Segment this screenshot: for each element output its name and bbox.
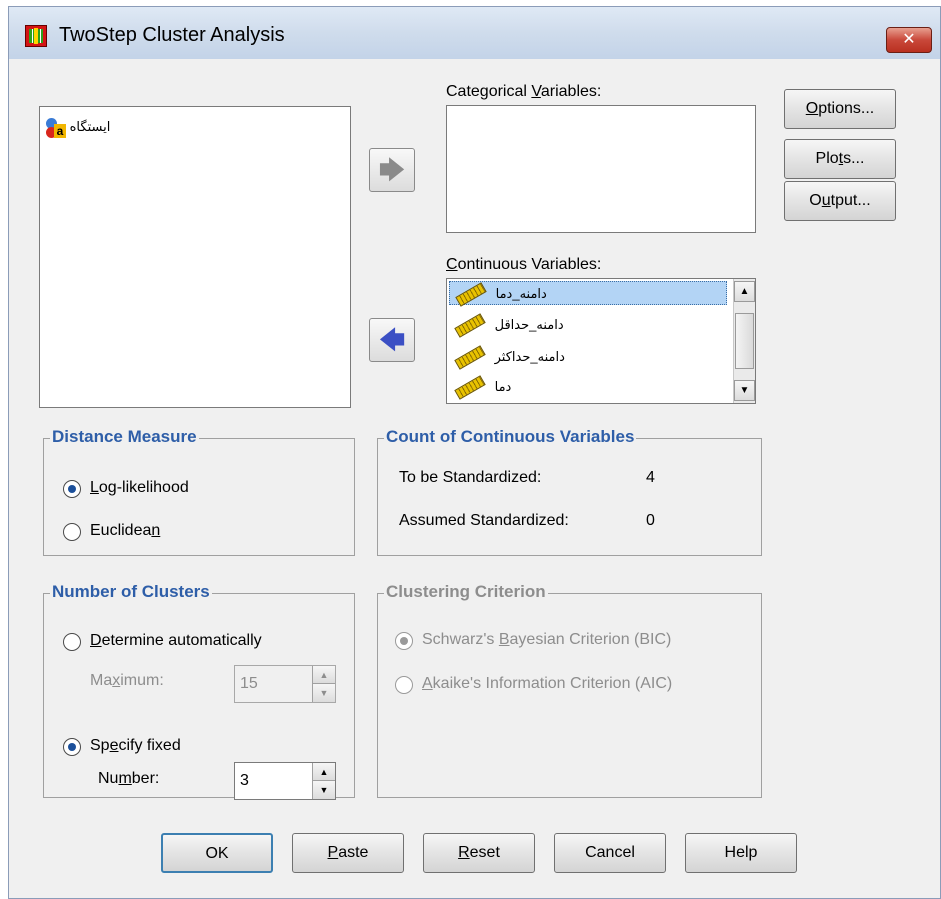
number-of-clusters-group: Number of Clusters Determine automatical…	[43, 582, 355, 800]
list-item[interactable]: دامنه_دما	[449, 281, 727, 307]
variable-label: ايستگاه	[69, 119, 111, 134]
title-bar: TwoStep Cluster Analysis ✕	[9, 7, 940, 59]
bic-label: Schwarz's Bayesian Criterion (BIC)	[422, 631, 672, 648]
distance-measure-title: Distance Measure	[50, 427, 199, 447]
dialog-window: TwoStep Cluster Analysis ✕ a ايستگاه Cat…	[8, 6, 941, 899]
aic-label: Akaike's Information Criterion (AIC)	[422, 675, 673, 692]
reset-button[interactable]: Reset	[423, 833, 535, 873]
clustering-criterion-title: Clustering Criterion	[384, 582, 548, 602]
euclidean-radio[interactable]	[63, 523, 81, 541]
clustering-criterion-group: Clustering Criterion Schwarz's Bayesian …	[377, 582, 762, 798]
vertical-scrollbar[interactable]: ▲ ▼	[733, 279, 755, 403]
log-likelihood-label: Log-likelihood	[90, 479, 189, 496]
options-button[interactable]: Options...	[784, 89, 896, 129]
scroll-down-icon[interactable]: ▼	[734, 380, 755, 401]
close-button[interactable]: ✕	[886, 27, 932, 53]
spin-up-icon[interactable]: ▲	[313, 666, 335, 684]
continuous-variables-list[interactable]: دامنه_دما دامنه_حداقل دامنه_حداكثر دما ▲…	[446, 278, 756, 404]
variable-label: دامنه_حداقل	[494, 317, 564, 332]
source-variable-list[interactable]: a ايستگاه	[39, 106, 351, 408]
spin-down-icon[interactable]: ▼	[313, 684, 335, 702]
number-label: Number:	[98, 770, 160, 787]
determine-automatically-label: Determine automatically	[90, 632, 262, 649]
categorical-variables-label: Categorical Variables:	[446, 83, 602, 100]
number-value: 3	[240, 772, 249, 789]
scale-variable-icon	[455, 282, 487, 307]
list-item[interactable]: دامنه_حداقل	[449, 313, 564, 338]
maximum-value: 15	[240, 675, 258, 692]
maximum-label: Maximum:	[90, 672, 164, 689]
scale-variable-icon	[454, 345, 486, 370]
nominal-variable-icon: a	[46, 117, 66, 138]
arrow-right-icon: 🡆	[378, 155, 406, 185]
categorical-variables-list[interactable]	[446, 105, 756, 233]
assumed-standardized-value: 0	[646, 512, 655, 529]
maximum-spinbox[interactable]: 15 ▲ ▼	[234, 665, 336, 703]
ok-button[interactable]: OK	[161, 833, 273, 873]
list-item[interactable]: a ايستگاه	[46, 115, 110, 139]
distance-measure-group: Distance Measure Log-likelihood Euclidea…	[43, 427, 355, 556]
spin-up-icon[interactable]: ▲	[313, 763, 335, 781]
variable-label: دامنه_دما	[495, 286, 547, 301]
spin-down-icon[interactable]: ▼	[313, 781, 335, 799]
list-item[interactable]: دامنه_حداكثر	[449, 345, 565, 370]
paste-button[interactable]: Paste	[292, 833, 404, 873]
variable-label: دما	[494, 379, 512, 394]
standardized-label: To be Standardized:	[399, 469, 542, 486]
count-continuous-title: Count of Continuous Variables	[384, 427, 637, 447]
specify-fixed-radio[interactable]	[63, 738, 81, 756]
determine-automatically-radio[interactable]	[63, 633, 81, 651]
help-button[interactable]: Help	[685, 833, 797, 873]
bic-radio[interactable]	[395, 632, 413, 650]
scroll-thumb[interactable]	[735, 313, 754, 369]
spss-app-icon	[25, 25, 47, 47]
log-likelihood-radio[interactable]	[63, 480, 81, 498]
output-button[interactable]: Output...	[784, 181, 896, 221]
count-continuous-group: Count of Continuous Variables To be Stan…	[377, 427, 762, 556]
plots-button[interactable]: Plots...	[784, 139, 896, 179]
aic-radio[interactable]	[395, 676, 413, 694]
assumed-standardized-label: Assumed Standardized:	[399, 512, 569, 529]
number-spinbox[interactable]: 3 ▲ ▼	[234, 762, 336, 800]
arrow-left-icon: 🡄	[378, 325, 406, 355]
move-to-continuous-button[interactable]: 🡄	[369, 318, 415, 362]
number-of-clusters-title: Number of Clusters	[50, 582, 212, 602]
cancel-button[interactable]: Cancel	[554, 833, 666, 873]
standardized-value: 4	[646, 469, 655, 486]
variable-label: دامنه_حداكثر	[494, 349, 565, 364]
continuous-variables-label: Continuous Variables:	[446, 256, 602, 273]
move-to-categorical-button[interactable]: 🡆	[369, 148, 415, 192]
scale-variable-icon	[454, 375, 486, 400]
scale-variable-icon	[454, 313, 486, 338]
euclidean-label: Euclidean	[90, 522, 161, 539]
specify-fixed-label: Specify fixed	[90, 737, 181, 754]
list-item[interactable]: دما	[449, 375, 512, 400]
window-title: TwoStep Cluster Analysis	[59, 24, 285, 46]
scroll-up-icon[interactable]: ▲	[734, 281, 755, 302]
